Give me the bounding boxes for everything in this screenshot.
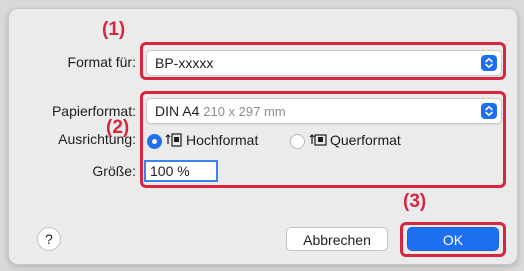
portrait-radio[interactable] bbox=[147, 134, 162, 149]
paper-size-dimensions: 210 x 297 mm bbox=[203, 104, 286, 119]
paper-size-value: DIN A4 bbox=[155, 103, 200, 119]
portrait-option-label: Hochformat bbox=[186, 132, 259, 148]
landscape-orientation-icon bbox=[309, 134, 327, 146]
scale-label: Größe: bbox=[92, 163, 136, 179]
help-button[interactable]: ? bbox=[37, 227, 61, 251]
scale-field[interactable] bbox=[144, 160, 218, 182]
landscape-option-label: Querformat bbox=[330, 132, 401, 148]
portrait-orientation-icon bbox=[165, 133, 182, 147]
paper-size-label: Papierformat: bbox=[51, 103, 136, 119]
cancel-button[interactable]: Abbrechen bbox=[286, 227, 388, 251]
callout-label-3: (3) bbox=[403, 191, 427, 212]
chevron-up-down-icon bbox=[481, 55, 497, 71]
paper-size-popup[interactable]: DIN A4 210 x 297 mm bbox=[146, 98, 502, 124]
ok-button[interactable]: OK bbox=[407, 227, 499, 251]
format-for-label: Format für: bbox=[67, 54, 136, 70]
format-for-value: BP-xxxxx bbox=[155, 55, 214, 71]
chevron-up-down-icon bbox=[481, 103, 497, 119]
landscape-radio[interactable] bbox=[290, 134, 305, 149]
orientation-label: Ausrichtung: bbox=[58, 131, 136, 147]
scale-input[interactable] bbox=[146, 162, 216, 180]
format-for-popup[interactable]: BP-xxxxx bbox=[146, 50, 502, 76]
callout-label-1: (1) bbox=[102, 19, 126, 40]
